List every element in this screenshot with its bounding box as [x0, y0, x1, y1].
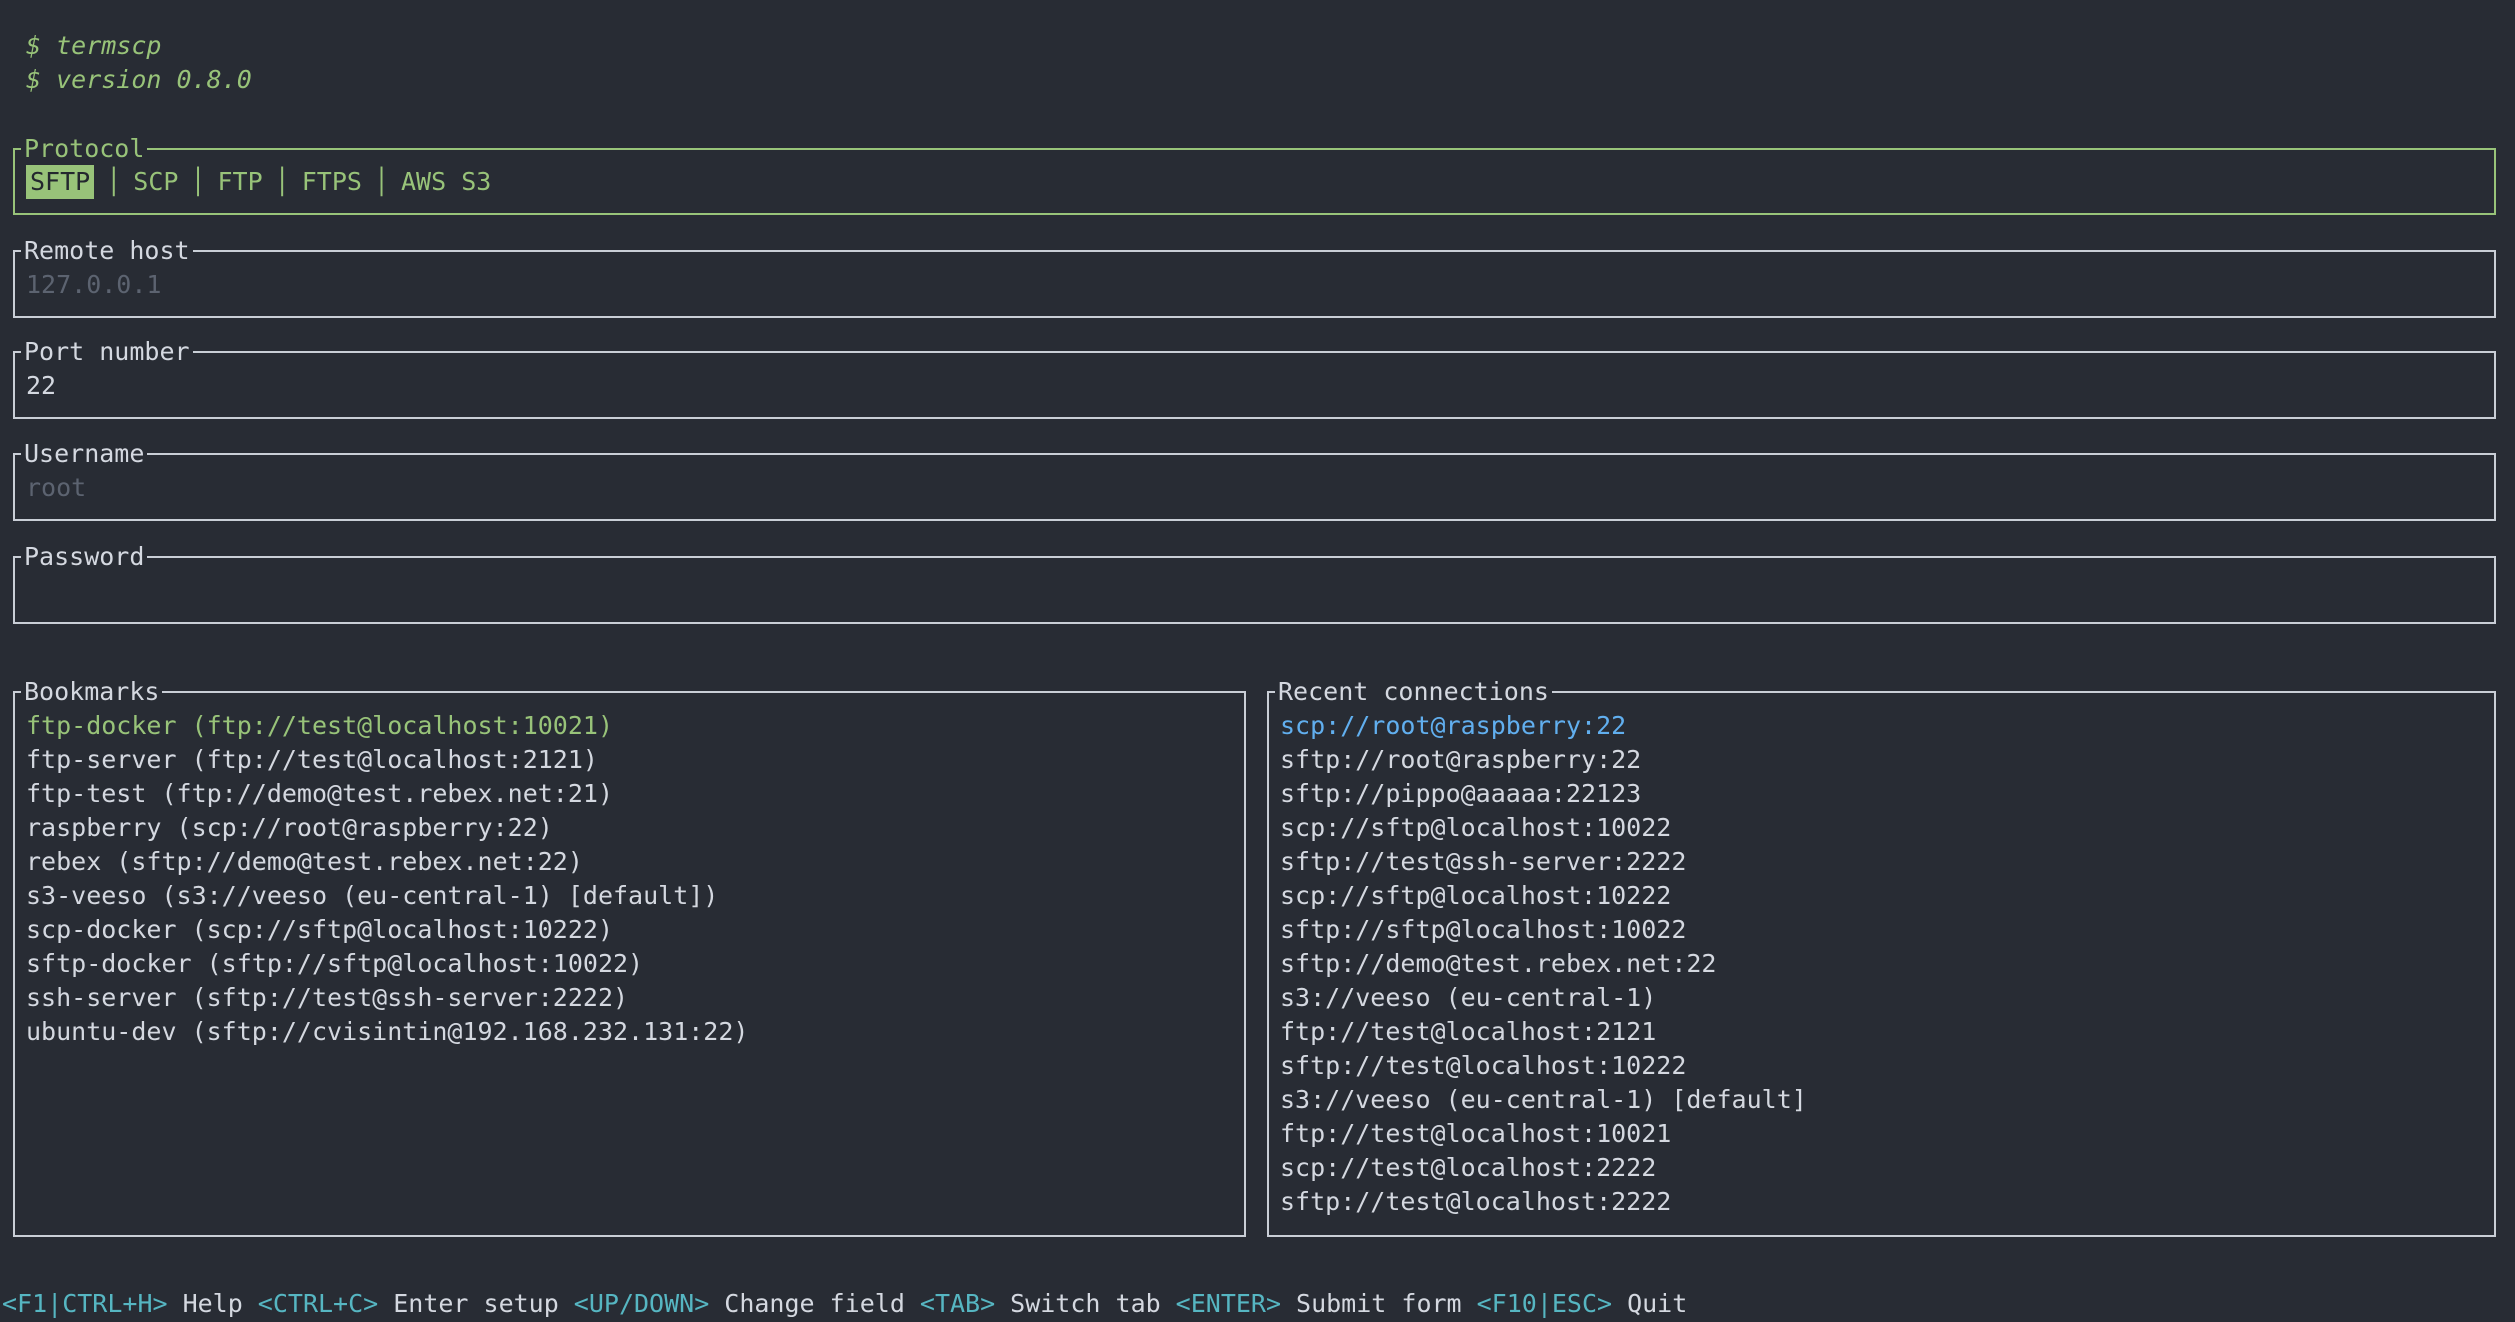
- username-label: Username: [21, 441, 147, 467]
- keybar: <F1|CTRL+H> Help <CTRL+C> Enter setup <UP/…: [2, 1287, 2515, 1321]
- recent-connections-label: Recent connections: [1275, 679, 1552, 705]
- tab-separator-icon: │: [106, 165, 121, 199]
- bookmark-item[interactable]: ftp-server (ftp://test@localhost:2121): [26, 743, 1244, 777]
- key-hint-switch-tab-keys: <TAB>: [920, 1287, 995, 1321]
- port-number-input[interactable]: [15, 353, 2494, 417]
- key-hint-quit-label: Quit: [1627, 1287, 1687, 1321]
- recent-connections-list: scp://root@raspberry:22 sftp://root@rasp…: [1269, 693, 2494, 1235]
- recent-connection-item[interactable]: sftp://root@raspberry:22: [1280, 743, 2494, 777]
- recent-connection-item[interactable]: sftp://test@localhost:10222: [1280, 1049, 2494, 1083]
- tab-separator-icon: │: [190, 165, 205, 199]
- key-hint-quit-keys: <F10|ESC>: [1477, 1287, 1612, 1321]
- protocol-tabs: SFTP │ SCP │ FTP │ FTPS │ AWS S3: [15, 150, 2494, 213]
- recent-connections-panel: Recent connections scp://root@raspberry:…: [1267, 691, 2496, 1237]
- recent-connection-item[interactable]: scp://sftp@localhost:10222: [1280, 879, 2494, 913]
- terminal-prompt-version: $ version 0.8.0: [13, 63, 2496, 97]
- port-number-field: Port number: [13, 351, 2496, 419]
- key-hint-change-field-keys: <UP/DOWN>: [574, 1287, 709, 1321]
- key-hint-submit-keys: <ENTER>: [1176, 1287, 1281, 1321]
- bookmark-item[interactable]: rebex (sftp://demo@test.rebex.net:22): [26, 845, 1244, 879]
- tab-separator-icon: │: [374, 165, 389, 199]
- key-hint-change-field: <UP/DOWN> Change field: [574, 1287, 905, 1321]
- key-hint-setup: <CTRL+C> Enter setup: [258, 1287, 559, 1321]
- password-label: Password: [21, 544, 147, 570]
- bookmark-item[interactable]: scp-docker (scp://sftp@localhost:10222): [26, 913, 1244, 947]
- bookmark-item[interactable]: s3-veeso (s3://veeso (eu-central-1) [def…: [26, 879, 1244, 913]
- recent-connection-item[interactable]: scp://sftp@localhost:10022: [1280, 811, 2494, 845]
- remote-host-field: Remote host: [13, 250, 2496, 318]
- recent-connection-item[interactable]: ftp://test@localhost:10021: [1280, 1117, 2494, 1151]
- password-input[interactable]: [15, 558, 2494, 622]
- bookmark-item[interactable]: ftp-test (ftp://demo@test.rebex.net:21): [26, 777, 1244, 811]
- terminal-prompt-title: $ termscp: [13, 29, 2496, 63]
- key-hint-submit: <ENTER> Submit form: [1176, 1287, 1462, 1321]
- username-input[interactable]: [15, 455, 2494, 519]
- key-hint-quit: <F10|ESC> Quit: [1477, 1287, 1688, 1321]
- key-hint-setup-keys: <CTRL+C>: [258, 1287, 378, 1321]
- remote-host-label: Remote host: [21, 238, 193, 264]
- key-hint-help-keys: <F1|CTRL+H>: [2, 1287, 168, 1321]
- port-number-label: Port number: [21, 339, 193, 365]
- bookmarks-list: ftp-docker (ftp://test@localhost:10021) …: [15, 693, 1244, 1235]
- password-field: Password: [13, 556, 2496, 624]
- bookmark-item[interactable]: ssh-server (sftp://test@ssh-server:2222): [26, 981, 1244, 1015]
- protocol-label: Protocol: [21, 136, 147, 162]
- recent-connection-item[interactable]: sftp://demo@test.rebex.net:22: [1280, 947, 2494, 981]
- recent-connection-item[interactable]: sftp://test@localhost:2222: [1280, 1185, 2494, 1219]
- key-hint-change-field-label: Change field: [724, 1287, 905, 1321]
- key-hint-setup-label: Enter setup: [393, 1287, 559, 1321]
- key-hint-help: <F1|CTRL+H> Help: [2, 1287, 243, 1321]
- tab-separator-icon: │: [275, 165, 290, 199]
- recent-connection-item[interactable]: sftp://sftp@localhost:10022: [1280, 913, 2494, 947]
- bookmark-item[interactable]: raspberry (scp://root@raspberry:22): [26, 811, 1244, 845]
- recent-connection-item[interactable]: s3://veeso (eu-central-1) [default]: [1280, 1083, 2494, 1117]
- protocol-selector: Protocol SFTP │ SCP │ FTP │ FTPS │ AWS S…: [13, 148, 2496, 215]
- key-hint-submit-label: Submit form: [1296, 1287, 1462, 1321]
- username-field: Username: [13, 453, 2496, 521]
- protocol-tab-scp[interactable]: SCP: [133, 165, 178, 199]
- protocol-tab-ftp[interactable]: FTP: [218, 165, 263, 199]
- protocol-tab-ftps[interactable]: FTPS: [302, 165, 362, 199]
- recent-connection-item[interactable]: scp://test@localhost:2222: [1280, 1151, 2494, 1185]
- key-hint-help-label: Help: [183, 1287, 243, 1321]
- bookmark-item[interactable]: ubuntu-dev (sftp://cvisintin@192.168.232…: [26, 1015, 1244, 1049]
- key-hint-switch-tab-label: Switch tab: [1010, 1287, 1161, 1321]
- recent-connection-item[interactable]: ftp://test@localhost:2121: [1280, 1015, 2494, 1049]
- remote-host-input[interactable]: [15, 252, 2494, 316]
- recent-connection-item[interactable]: sftp://pippo@aaaaa:22123: [1280, 777, 2494, 811]
- bookmarks-and-recent: Bookmarks ftp-docker (ftp://test@localho…: [13, 691, 2496, 1237]
- protocol-tab-sftp[interactable]: SFTP: [26, 165, 94, 199]
- recent-connection-item[interactable]: s3://veeso (eu-central-1): [1280, 981, 2494, 1015]
- bookmark-item[interactable]: ftp-docker (ftp://test@localhost:10021): [26, 709, 1244, 743]
- bookmark-item[interactable]: sftp-docker (sftp://sftp@localhost:10022…: [26, 947, 1244, 981]
- protocol-tab-aws-s3[interactable]: AWS S3: [401, 165, 491, 199]
- key-hint-switch-tab: <TAB> Switch tab: [920, 1287, 1161, 1321]
- recent-connection-item[interactable]: scp://root@raspberry:22: [1280, 709, 2494, 743]
- termscp-auth-screen: $ termscp $ version 0.8.0 Protocol SFTP …: [0, 0, 2515, 1322]
- bookmarks-panel: Bookmarks ftp-docker (ftp://test@localho…: [13, 691, 1246, 1237]
- recent-connection-item[interactable]: sftp://test@ssh-server:2222: [1280, 845, 2494, 879]
- bookmarks-label: Bookmarks: [21, 679, 162, 705]
